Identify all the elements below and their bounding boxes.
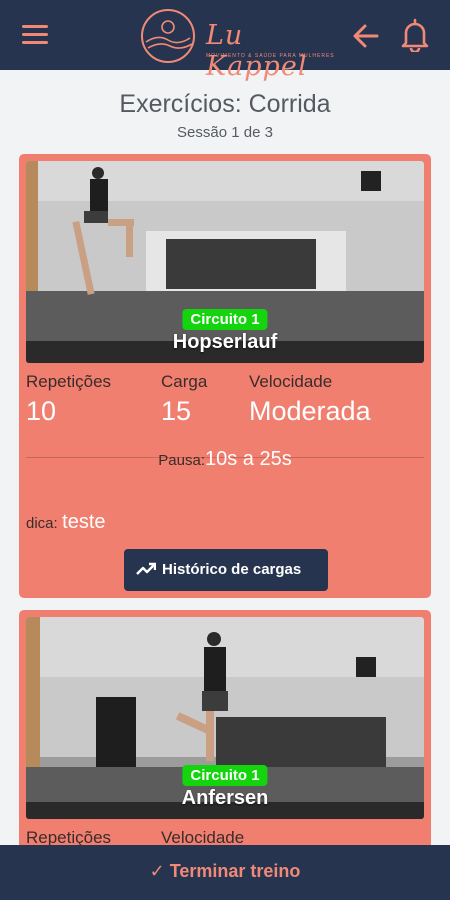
load-history-button[interactable]: Histórico de cargas <box>124 549 328 591</box>
speed-value: Moderada <box>249 396 371 426</box>
speed-label: Velocidade <box>249 372 333 391</box>
exercise-card: Circuito 1 Anfersen Repetições Velocidad… <box>19 610 431 845</box>
speed-label: Velocidade <box>161 828 245 845</box>
trending-up-icon <box>136 562 156 575</box>
tip-row: dica: teste <box>26 511 106 534</box>
reps-value: 10 <box>26 396 57 426</box>
exercise-video-thumbnail[interactable]: Circuito 1 Anfersen <box>26 617 424 819</box>
pause-row: Pausa:10s a 25s <box>19 448 431 471</box>
exercise-video-thumbnail[interactable]: Circuito 1 Hopserlauf <box>26 161 424 363</box>
tip-value: teste <box>62 511 106 533</box>
pause-label: Pausa: <box>158 452 205 469</box>
circuit-badge: Circuito 1 <box>182 765 268 786</box>
exercise-name: Hopserlauf <box>172 331 278 353</box>
logo-tagline: MOVIMENTO & SAÚDE PARA MULHERES <box>206 53 335 59</box>
tip-label: dica: <box>26 515 58 532</box>
load-history-label: Histórico de cargas <box>162 561 302 578</box>
bell-icon[interactable] <box>400 18 430 54</box>
finish-workout-button[interactable]: ✓ Terminar treino <box>0 845 450 900</box>
exercise-card: Circuito 1 Hopserlauf Repetições Carga V… <box>19 154 431 598</box>
pause-value: 10s a 25s <box>204 448 292 470</box>
exercise-list[interactable]: Exercícios: Corrida Sessão 1 de 3 Circui… <box>0 70 450 845</box>
exercise-name: Anfersen <box>181 787 269 809</box>
load-value: 15 <box>161 396 192 426</box>
reps-label: Repetições <box>26 372 112 391</box>
circuit-badge: Circuito 1 <box>182 309 268 330</box>
arrow-left-icon[interactable] <box>352 22 380 50</box>
menu-icon[interactable] <box>22 25 48 45</box>
brand-logo: Lu Kappel MOVIMENTO & SAÚDE PARA MULHERE… <box>140 8 334 82</box>
page-title: Exercícios: Corrida <box>119 90 331 118</box>
load-label: Carga <box>161 372 208 391</box>
reps-label: Repetições <box>26 828 112 845</box>
session-counter: Sessão 1 de 3 <box>177 124 273 141</box>
top-app-bar: Lu Kappel MOVIMENTO & SAÚDE PARA MULHERE… <box>0 0 450 82</box>
finish-workout-label: ✓ Terminar treino <box>149 861 301 881</box>
